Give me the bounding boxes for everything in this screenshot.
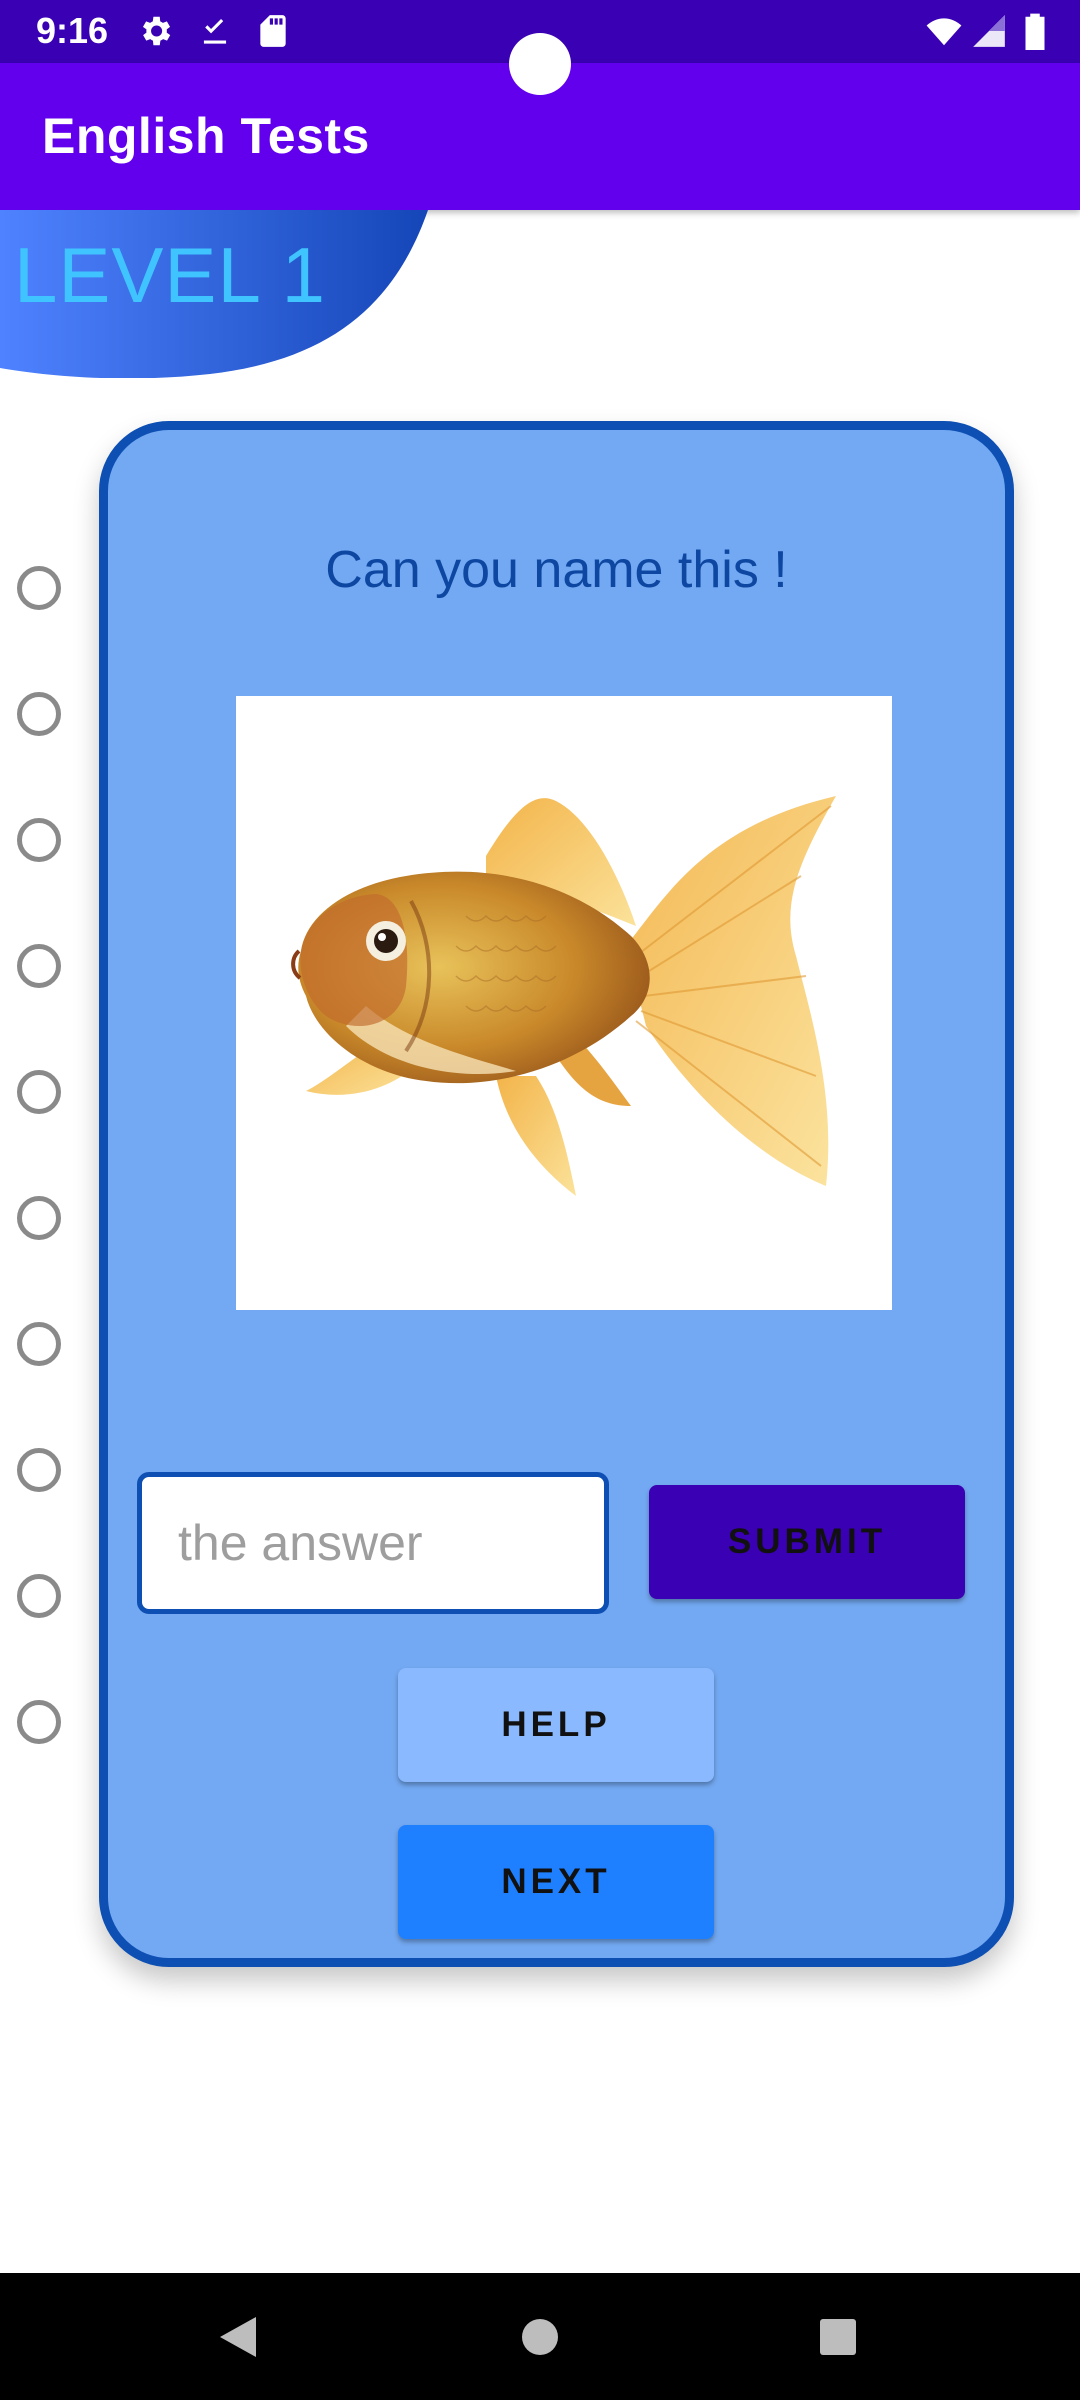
app-title: English Tests [42,108,370,164]
question-image [236,696,892,1310]
sd-card-icon [260,15,286,47]
status-time: 9:16 [36,10,109,51]
recents-icon[interactable] [819,2318,857,2356]
progress-radio[interactable] [17,1322,61,1366]
battery-icon [1025,13,1045,50]
gear-icon [142,16,171,46]
home-icon[interactable] [520,2317,560,2357]
signal-icon [973,15,1005,47]
answer-input[interactable] [137,1472,609,1614]
download-done-icon [203,18,227,44]
question-text: Can you name this ! [325,541,788,599]
progress-radio[interactable] [17,566,61,610]
progress-radio[interactable] [17,1448,61,1492]
progress-radio[interactable] [17,1196,61,1240]
help-button[interactable]: HELP [398,1668,714,1782]
goldfish-image [291,796,836,1196]
wifi-icon [926,18,962,46]
submit-button[interactable]: SUBMIT [649,1485,965,1599]
question-card: Can you name this ! the answer SUBMIT HE… [99,421,1014,1967]
progress-radio[interactable] [17,1070,61,1114]
camera-cutout [509,33,571,95]
level-label: LEVEL 1 [14,231,326,319]
progress-radio[interactable] [17,1574,61,1618]
progress-radio[interactable] [17,692,61,736]
next-button[interactable]: NEXT [398,1825,714,1939]
progress-radio[interactable] [17,944,61,988]
navigation-bar [0,2273,1080,2400]
back-icon[interactable] [218,2315,258,2359]
progress-radio[interactable] [17,1700,61,1744]
progress-radio[interactable] [17,818,61,862]
